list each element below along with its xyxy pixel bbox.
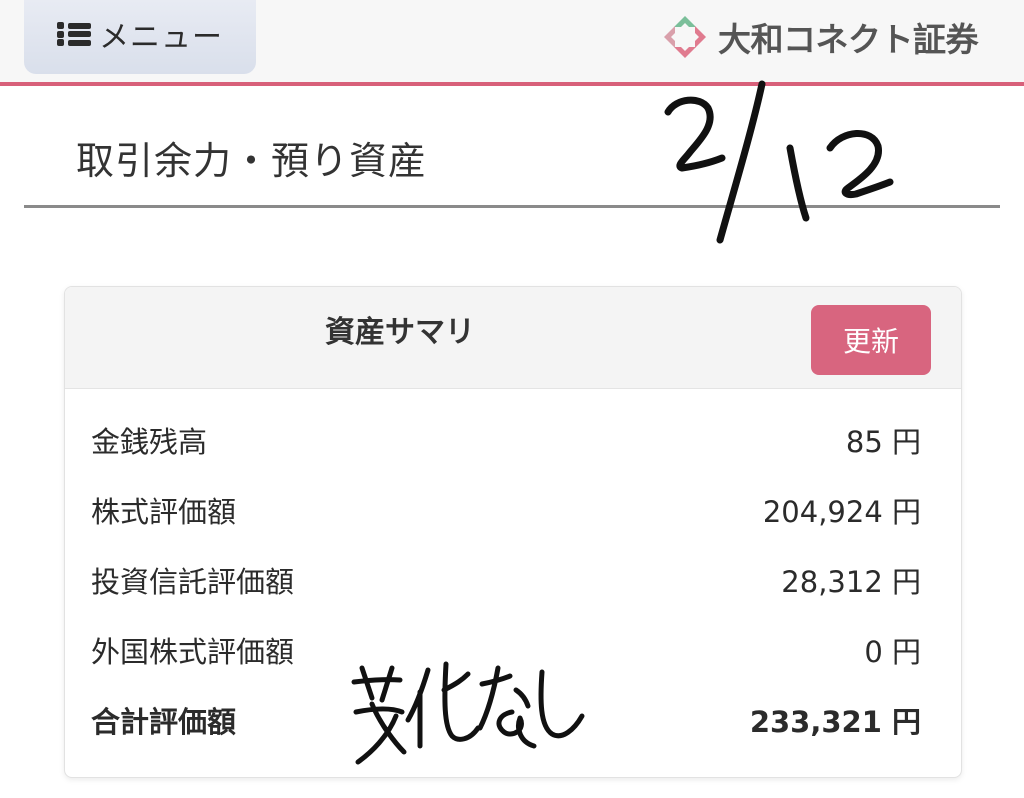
row-value: 28,312 円	[781, 565, 921, 599]
row-value: 233,321 円	[749, 705, 921, 739]
logo-mark-icon	[664, 16, 706, 58]
row-label: 金銭残高	[91, 425, 208, 459]
summary-rows: 金銭残高 85 円 株式評価額 204,924 円 投資信託評価額 28,312…	[65, 405, 961, 755]
row-value: 204,924 円	[762, 495, 921, 529]
row-stock-valuation: 株式評価額 204,924 円	[65, 475, 961, 545]
row-value: 85 円	[845, 425, 921, 459]
list-icon	[57, 19, 91, 49]
row-value: 0 円	[864, 635, 921, 669]
row-label: 株式評価額	[91, 495, 237, 529]
row-label: 投資信託評価額	[91, 565, 295, 599]
card-header: 資産サマリ 更新	[65, 287, 961, 389]
row-fund-valuation: 投資信託評価額 28,312 円	[65, 545, 961, 615]
logo-text: 大和コネクト証券	[718, 20, 979, 59]
row-cash-balance: 金銭残高 85 円	[65, 405, 961, 475]
row-label: 外国株式評価額	[91, 635, 295, 669]
handwritten-date	[664, 80, 894, 244]
card-title: 資産サマリ	[325, 315, 475, 350]
page-title: 取引余力・預り資産	[76, 139, 428, 183]
row-label: 合計評価額	[91, 705, 237, 739]
menu-label: メニュー	[99, 20, 223, 55]
app-header: メニュー 大和コネクト証券	[0, 0, 1024, 86]
menu-button[interactable]: メニュー	[24, 0, 256, 74]
refresh-button[interactable]: 更新	[811, 305, 931, 375]
asset-summary-card: 資産サマリ 更新 金銭残高 85 円 株式評価額 204,924 円 投資信託評…	[64, 286, 962, 778]
row-total-valuation: 合計評価額 233,321 円	[65, 685, 961, 755]
title-divider	[24, 205, 1000, 208]
brand-logo[interactable]: 大和コネクト証券	[660, 14, 979, 60]
row-foreign-stock-valuation: 外国株式評価額 0 円	[65, 615, 961, 685]
